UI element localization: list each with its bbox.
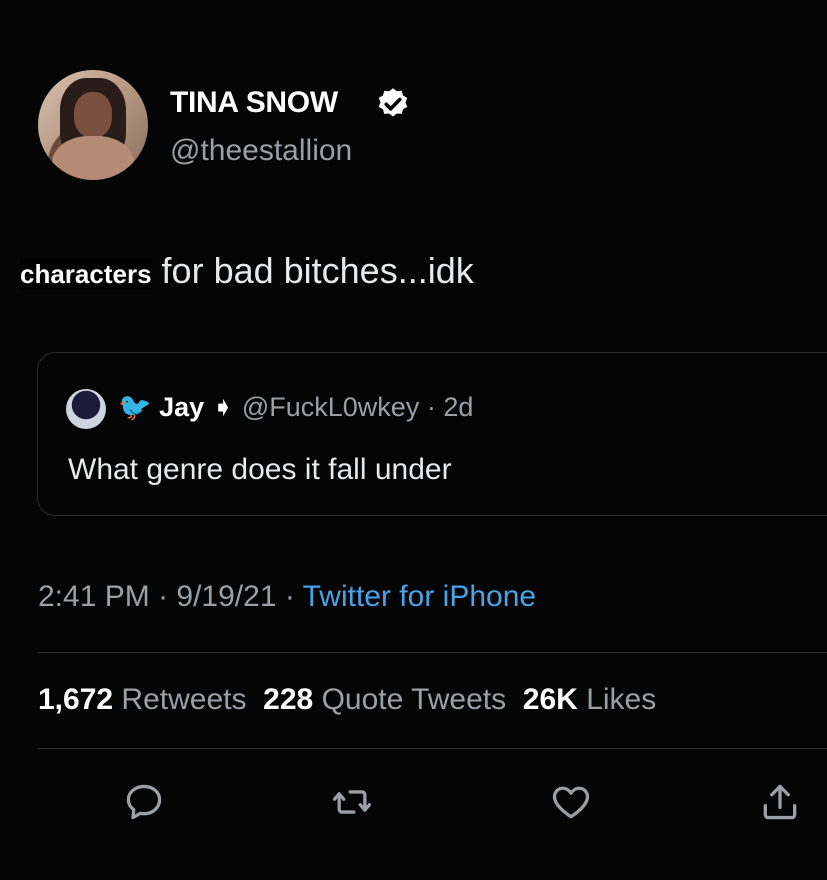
quoted-tweet[interactable]: 🐦 Jay ➧ @FuckL0wkey · 2d What genre does… xyxy=(37,352,827,516)
author-handle[interactable]: @theestallion xyxy=(170,134,352,168)
likes-stat[interactable]: 26K Likes xyxy=(523,683,656,716)
quoted-avatar xyxy=(66,389,106,429)
reply-icon[interactable] xyxy=(122,780,166,824)
quoted-author-handle: @FuckL0wkey · 2d xyxy=(241,392,474,422)
likes-label: Likes xyxy=(586,683,657,716)
tweet-source-link[interactable]: Twitter for iPhone xyxy=(303,580,536,613)
share-icon[interactable] xyxy=(758,780,802,824)
meta-separator: · xyxy=(276,580,303,613)
retweets-stat[interactable]: 1,672 Retweets xyxy=(38,683,246,716)
meta-separator: · xyxy=(149,580,177,613)
tweet-text-bold: characters xyxy=(20,259,152,289)
tweet-text-rest: for bad bitches...idk xyxy=(151,250,474,291)
retweets-label: Retweets xyxy=(121,683,247,716)
twitter-bird-icon: 🐦 xyxy=(118,392,152,422)
author-avatar[interactable] xyxy=(38,70,148,180)
tweet-meta: 2:41 PM · 9/19/21 · Twitter for iPhone xyxy=(38,580,536,614)
heart-icon[interactable] xyxy=(549,780,593,824)
avatar-body xyxy=(52,136,134,180)
arrow-icon: ➧ xyxy=(211,392,235,422)
tweet-time: 2:41 PM xyxy=(38,580,150,613)
quoted-author-name: Jay xyxy=(159,392,205,422)
quoted-text: What genre does it fall under xyxy=(68,453,452,486)
verified-badge-icon xyxy=(378,88,408,117)
retweets-count: 1,672 xyxy=(38,683,114,716)
tweet-date: 9/19/21 xyxy=(176,580,277,613)
quotes-label: Quote Tweets xyxy=(321,683,507,716)
author-name[interactable]: TINA SNOW xyxy=(170,86,338,120)
quotes-stat[interactable]: 228 Quote Tweets xyxy=(263,683,506,716)
likes-count: 26K xyxy=(522,683,578,716)
quoted-header: 🐦 Jay ➧ @FuckL0wkey · 2d xyxy=(118,391,473,423)
avatar-face xyxy=(74,92,112,138)
quotes-count: 228 xyxy=(263,683,314,716)
tweet-stats: 1,672 Retweets 228 Quote Tweets 26K Like… xyxy=(38,683,656,717)
tweet-text: characters for bad bitches...idk xyxy=(20,250,474,292)
divider-top xyxy=(38,652,827,653)
divider-bottom xyxy=(38,748,827,749)
retweet-icon[interactable] xyxy=(330,780,374,824)
